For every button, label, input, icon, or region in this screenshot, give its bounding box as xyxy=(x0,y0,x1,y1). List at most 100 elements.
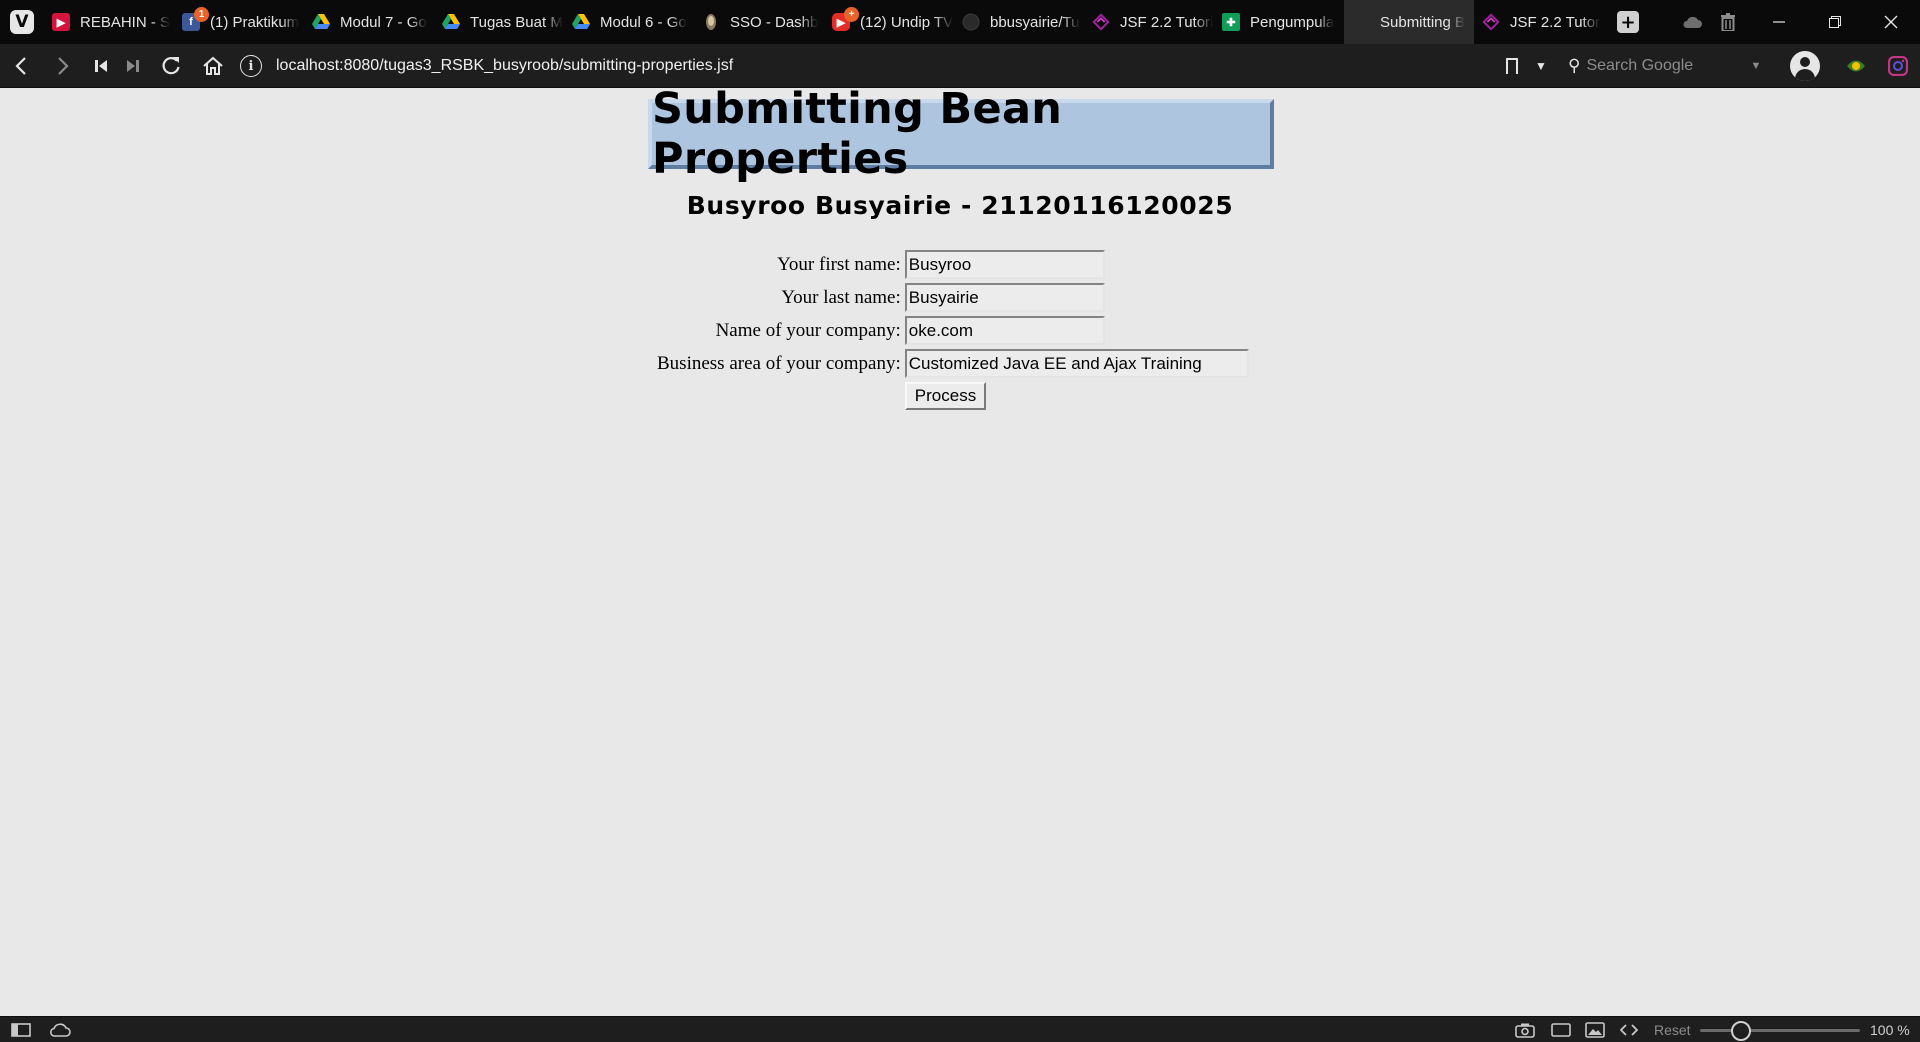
plus-icon: + xyxy=(1617,11,1639,33)
tab[interactable]: f1 (1) Praktikum xyxy=(174,0,304,44)
page-title: Submitting Bean Properties xyxy=(652,84,1063,184)
vivaldi-menu-button[interactable]: V xyxy=(0,0,44,44)
sync-cloud-icon[interactable] xyxy=(1676,0,1708,44)
tab-label: SSO - Dashb xyxy=(730,13,819,31)
vivaldi-logo-icon: V xyxy=(10,10,34,34)
rewind-button[interactable] xyxy=(84,44,118,88)
tab[interactable]: JSF 2.2 Tutori xyxy=(1084,0,1214,44)
zoom-slider-thumb[interactable] xyxy=(1731,1021,1752,1041)
form-row: Process xyxy=(656,381,1250,411)
facebook-icon: f1 xyxy=(182,7,209,31)
extension-icon[interactable] xyxy=(1844,54,1868,78)
back-button[interactable] xyxy=(4,44,38,88)
panel-toggle-icon[interactable] xyxy=(8,1017,34,1042)
github-icon xyxy=(962,13,980,31)
notification-badge: + xyxy=(844,7,859,22)
zoom-slider[interactable] xyxy=(1700,1021,1860,1041)
tab[interactable]: ▶ REBAHIN - S xyxy=(44,0,174,44)
search-input[interactable] xyxy=(1586,57,1747,75)
bookmark-button[interactable] xyxy=(1500,44,1524,88)
tab[interactable]: SSO - Dashb xyxy=(694,0,824,44)
forward-arrow-icon xyxy=(58,57,69,75)
sso-icon xyxy=(702,13,720,31)
tab[interactable]: JSF 2.2 Tutor xyxy=(1474,0,1604,44)
sync-status-icon[interactable] xyxy=(46,1017,74,1042)
close-icon[interactable] xyxy=(1868,0,1914,44)
blank-page-icon xyxy=(1352,13,1370,31)
tab[interactable]: ▶ + (12) Undip TV xyxy=(824,0,954,44)
google-drive-icon xyxy=(572,13,590,31)
tab-label: JSF 2.2 Tutori xyxy=(1120,13,1214,31)
form-row: Your last name: xyxy=(656,282,1250,313)
tiling-icon[interactable] xyxy=(1548,1017,1574,1042)
site-info-icon[interactable]: i xyxy=(240,55,262,77)
instagram-icon[interactable] xyxy=(1886,54,1910,78)
back-arrow-icon xyxy=(15,57,26,75)
rebahin-icon: ▶ xyxy=(52,13,70,31)
form-row: Your first name: xyxy=(656,249,1250,280)
youtube-icon: ▶ + xyxy=(832,7,859,31)
tab-label: bbusyairie/Tu xyxy=(990,13,1080,31)
url-field[interactable]: i localhost:8080/tugas3_RSBK_busyroob/su… xyxy=(240,50,1536,82)
url-history-dropdown[interactable]: ▼ xyxy=(1530,44,1552,88)
google-drive-icon xyxy=(312,13,330,31)
address-bar: i localhost:8080/tugas3_RSBK_busyroob/su… xyxy=(0,44,1920,88)
page-content: Submitting Bean Properties Busyroo Busya… xyxy=(0,84,1920,1016)
jsf-icon xyxy=(1092,13,1110,31)
tab-label: Submitting B xyxy=(1380,13,1466,31)
new-tab-button[interactable]: + xyxy=(1610,0,1646,44)
fast-forward-button[interactable] xyxy=(116,44,150,88)
trash-icon[interactable] xyxy=(1712,0,1744,44)
search-icon: ⚲ xyxy=(1568,56,1581,76)
last-name-input[interactable] xyxy=(904,283,1105,312)
last-name-label: Your last name: xyxy=(781,286,901,308)
tab-label: Pengumpula xyxy=(1250,13,1335,31)
tab[interactable]: Modul 7 - Go xyxy=(304,0,434,44)
tab[interactable]: ✚ Pengumpula xyxy=(1214,0,1344,44)
zoom-reset-button[interactable]: Reset xyxy=(1654,1017,1691,1042)
url-text[interactable]: localhost:8080/tugas3_RSBK_busyroob/subm… xyxy=(276,57,733,75)
zoom-level: 100 % xyxy=(1870,1022,1910,1038)
notification-badge: 1 xyxy=(194,7,209,22)
search-box[interactable]: ⚲ ▼ xyxy=(1560,50,1778,82)
jsf-icon xyxy=(1482,13,1500,31)
tab-active[interactable]: Submitting B xyxy=(1344,0,1474,44)
tab-label: Tugas Buat M xyxy=(470,13,563,31)
company-name-input[interactable] xyxy=(904,316,1105,345)
tab-bar: V ▶ REBAHIN - S f1 (1) Praktikum Modul 7… xyxy=(0,0,1920,44)
forward-button[interactable] xyxy=(46,44,80,88)
tab-label: (12) Undip TV xyxy=(860,13,954,31)
google-drive-icon xyxy=(442,13,460,31)
fast-forward-icon xyxy=(127,60,139,72)
rewind-icon xyxy=(95,60,107,72)
image-toggle-icon[interactable] xyxy=(1582,1017,1608,1042)
bookmark-icon xyxy=(1506,58,1518,74)
page-actions-icon[interactable] xyxy=(1616,1017,1642,1042)
search-engine-dropdown-icon[interactable]: ▼ xyxy=(1750,60,1761,72)
google-sheets-icon: ✚ xyxy=(1222,13,1240,31)
tab-label: Modul 6 - Go xyxy=(600,13,687,31)
business-area-input[interactable] xyxy=(904,349,1249,378)
minimize-icon[interactable] xyxy=(1756,0,1802,44)
tab[interactable]: Tugas Buat M xyxy=(434,0,564,44)
tab[interactable]: bbusyairie/Tu xyxy=(954,0,1084,44)
form-row: Business area of your company: xyxy=(656,348,1250,379)
tab-label: JSF 2.2 Tutor xyxy=(1510,13,1601,31)
reload-button[interactable] xyxy=(154,44,188,88)
status-bar: Reset 100 % xyxy=(0,1016,1920,1042)
first-name-input[interactable] xyxy=(904,250,1105,279)
company-name-label: Name of your company: xyxy=(715,319,901,341)
business-area-label: Business area of your company: xyxy=(657,352,901,374)
camera-icon[interactable] xyxy=(1512,1017,1538,1042)
tab-label: REBAHIN - S xyxy=(80,13,171,31)
restore-icon[interactable] xyxy=(1812,0,1858,44)
form-table: Your first name: Your last name: Name of… xyxy=(654,247,1252,413)
process-button[interactable]: Process xyxy=(904,382,987,410)
tab[interactable]: Modul 6 - Go xyxy=(564,0,694,44)
page-subtitle: Busyroo Busyairie - 21120116120025 xyxy=(686,191,1234,220)
page-title-box: Submitting Bean Properties xyxy=(648,84,1274,184)
tab-label: Modul 7 - Go xyxy=(340,13,427,31)
profile-avatar-button[interactable] xyxy=(1790,51,1820,81)
home-icon xyxy=(203,56,223,75)
home-button[interactable] xyxy=(196,44,230,88)
